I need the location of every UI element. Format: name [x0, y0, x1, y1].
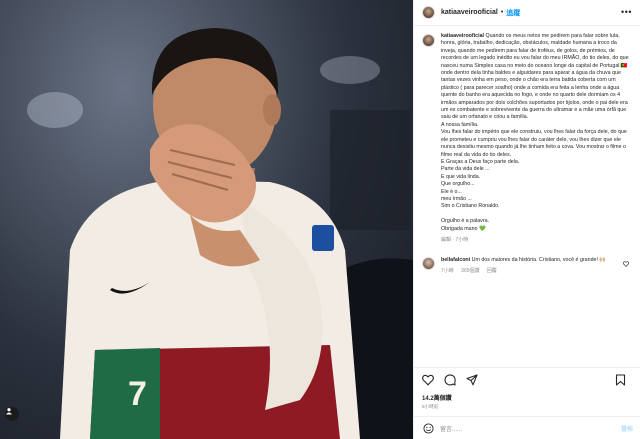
comments-list[interactable]: katiaaveirooficial Quando os meus netos … — [414, 27, 640, 367]
caption-meta: 編輯 · 7小時 — [441, 236, 469, 243]
likes-count[interactable]: 14.2萬個讚 — [422, 393, 452, 402]
player-image: 7 — [27, 28, 413, 439]
post-comment-button[interactable]: 發佈 — [621, 424, 633, 433]
action-bar — [414, 367, 640, 391]
caption-username[interactable]: katiaaveirooficial — [441, 33, 484, 39]
bookmark-icon — [615, 374, 625, 386]
heart-icon[interactable] — [623, 261, 629, 267]
emoji-button[interactable] — [422, 422, 434, 434]
caption: katiaaveirooficial Quando os meus netos … — [422, 33, 633, 243]
more-options-icon[interactable]: ••• — [621, 7, 632, 17]
comment-likes[interactable]: 365個讚 — [461, 268, 479, 274]
smiley-icon — [422, 422, 434, 434]
follow-button[interactable]: 追蹤 — [506, 8, 520, 18]
avatar[interactable] — [422, 6, 435, 19]
share-button[interactable] — [465, 373, 479, 387]
caption-body: Quando os meus netos me pedirem para fal… — [441, 33, 629, 232]
author-username[interactable]: katiaaveirooficial — [441, 9, 498, 16]
comment-avatar[interactable] — [422, 256, 435, 270]
post-photo[interactable]: 7 — [0, 0, 413, 439]
jersey-number: 7 — [128, 375, 147, 413]
caption-text: katiaaveirooficial Quando os meus netos … — [441, 33, 631, 233]
person-icon — [6, 408, 12, 415]
list-item: bellafalconi Um dos maiores da história.… — [422, 256, 633, 274]
post-side-panel: katiaaveirooficial • 追蹤 ••• katiaaveiroo… — [413, 0, 640, 439]
caption-avatar[interactable] — [422, 34, 435, 47]
comment-text: bellafalconi Um dos maiores da história.… — [441, 257, 616, 264]
comment-input[interactable]: 留言...... — [440, 424, 462, 433]
tag-user-button[interactable] — [5, 407, 19, 421]
reply-button[interactable]: 回覆 — [487, 268, 497, 274]
comment-body: Um dos maiores da história. Cristiano, v… — [471, 256, 607, 263]
comment-meta: 7小時 365個讚 回覆 — [441, 267, 631, 274]
separator-dot: • — [500, 9, 504, 16]
heart-icon — [422, 374, 434, 386]
save-button[interactable] — [613, 373, 627, 387]
post-date: 8小時前 — [422, 404, 439, 409]
send-icon — [466, 373, 478, 385]
comment-button[interactable] — [443, 373, 457, 387]
like-button[interactable] — [421, 373, 435, 387]
add-comment-bar: 留言...... 發佈 — [414, 416, 640, 439]
comment-username[interactable]: bellafalconi — [441, 257, 470, 263]
comment-time: 7小時 — [441, 268, 454, 275]
post-header: katiaaveirooficial • 追蹤 ••• — [414, 0, 640, 26]
comment-icon — [444, 373, 456, 386]
